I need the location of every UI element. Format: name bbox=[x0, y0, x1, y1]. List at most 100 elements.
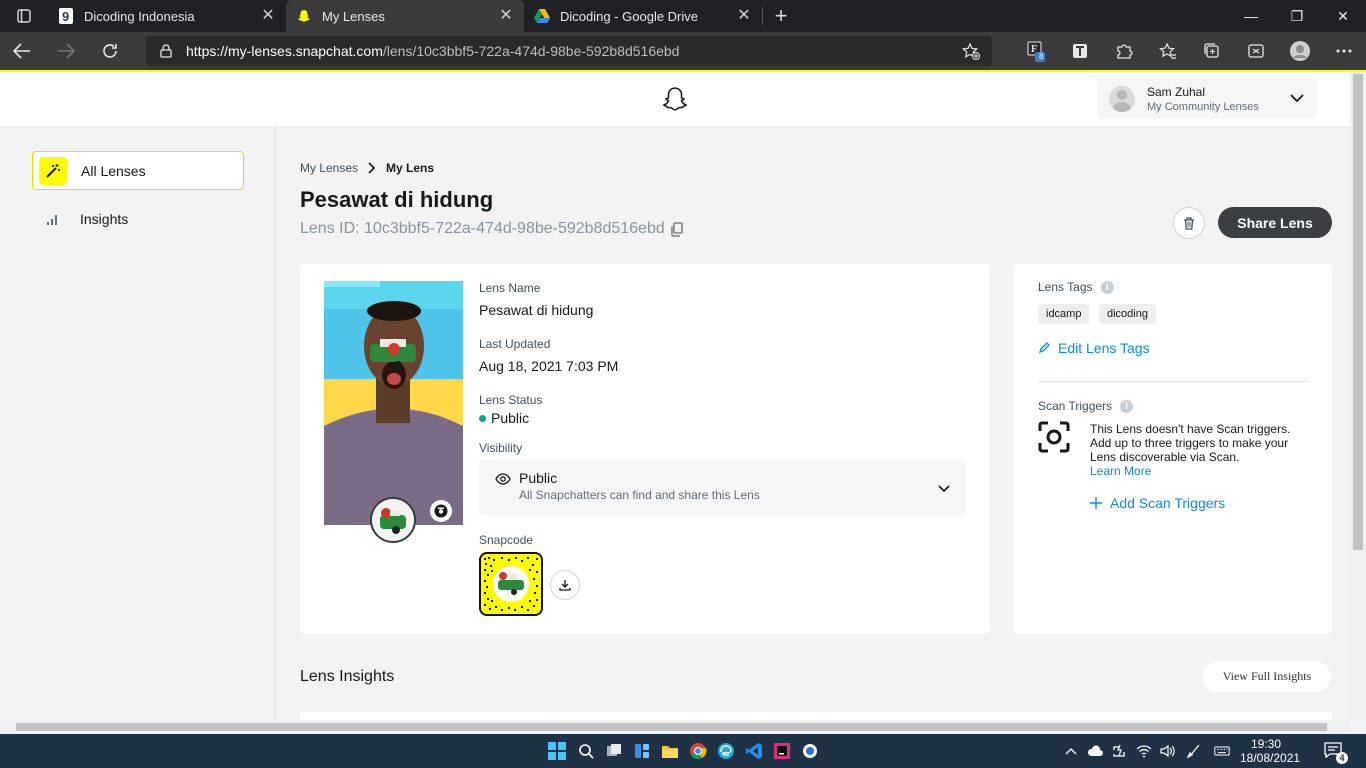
extensions-button[interactable] bbox=[1102, 32, 1146, 70]
chevron-right-icon bbox=[368, 162, 376, 174]
browser-tab-bar: 9 Dicoding Indonesia ✕ My Lenses ✕ Dicod… bbox=[0, 0, 1366, 32]
tab-dicoding[interactable]: 9 Dicoding Indonesia ✕ bbox=[48, 0, 286, 32]
bar-chart-icon bbox=[38, 205, 66, 233]
dicoding-icon: 9 bbox=[58, 8, 74, 24]
breadcrumb-current: My Lens bbox=[386, 161, 435, 175]
app-icon[interactable] bbox=[800, 741, 820, 761]
address-bar[interactable]: https://my-lenses.snapchat.com /lens/10c… bbox=[146, 36, 992, 66]
forward-button[interactable] bbox=[44, 32, 88, 70]
browser-tools: F 8 bbox=[1014, 32, 1366, 70]
visibility-description: All Snapchatters can find and share this… bbox=[519, 488, 760, 502]
refresh-button[interactable] bbox=[88, 32, 132, 70]
close-tab-icon[interactable]: ✕ bbox=[498, 8, 514, 24]
copy-icon[interactable] bbox=[671, 221, 683, 237]
breadcrumb-my-lenses[interactable]: My Lenses bbox=[300, 161, 358, 175]
edge-icon[interactable] bbox=[716, 741, 736, 761]
scan-icon bbox=[1038, 421, 1070, 458]
close-window-button[interactable]: ✕ bbox=[1320, 0, 1366, 32]
tab-actions-button[interactable] bbox=[0, 0, 48, 32]
sidebar-item-insights[interactable]: Insights bbox=[32, 199, 244, 238]
info-icon[interactable]: i bbox=[1120, 399, 1134, 413]
close-tab-icon[interactable]: ✕ bbox=[736, 8, 752, 24]
user-subtitle: My Community Lenses bbox=[1147, 100, 1259, 113]
vertical-scrollbar[interactable] bbox=[1350, 72, 1366, 720]
tab-title: Dicoding - Google Drive bbox=[560, 8, 699, 24]
sidebar-item-all-lenses[interactable]: All Lenses bbox=[32, 151, 244, 190]
tab-title: Dicoding Indonesia bbox=[84, 8, 195, 24]
view-full-insights-button[interactable]: View Full Insights bbox=[1203, 661, 1331, 692]
sidebar: All Lenses Insights bbox=[0, 127, 276, 720]
download-snapcode-button[interactable] bbox=[550, 570, 580, 600]
back-button[interactable] bbox=[0, 32, 44, 70]
more-menu-button[interactable] bbox=[1322, 32, 1366, 70]
visibility-label: Visibility bbox=[479, 441, 523, 455]
favorites-button[interactable] bbox=[1146, 32, 1190, 70]
camera-icon[interactable] bbox=[430, 500, 452, 522]
learn-more-link[interactable]: Learn More bbox=[1090, 464, 1151, 478]
account-menu-button[interactable]: Sam Zuhal My Community Lenses bbox=[1097, 78, 1317, 119]
edit-lens-tags-link[interactable]: Edit Lens Tags bbox=[1038, 340, 1150, 356]
add-scan-triggers-link[interactable]: Add Scan Triggers bbox=[1090, 495, 1225, 511]
lens-tags-label: Lens Tags bbox=[1038, 280, 1093, 294]
horizontal-scrollbar[interactable] bbox=[0, 720, 1350, 734]
profile-button[interactable] bbox=[1278, 32, 1322, 70]
lens-status-label: Lens Status bbox=[479, 393, 543, 407]
tab-my-lenses[interactable]: My Lenses ✕ bbox=[286, 0, 524, 32]
lens-preview-image[interactable] bbox=[324, 281, 463, 525]
restore-button[interactable]: ❐ bbox=[1274, 0, 1320, 32]
share-lens-button[interactable]: Share Lens bbox=[1218, 207, 1332, 238]
visibility-select[interactable]: Public All Snapchatters can find and sha… bbox=[479, 460, 966, 516]
windows-start-icon[interactable] bbox=[547, 741, 567, 761]
lock-icon[interactable] bbox=[160, 44, 172, 58]
jetbrains-icon[interactable] bbox=[772, 741, 792, 761]
cloud-icon[interactable] bbox=[1087, 743, 1103, 759]
snapchat-ghost-icon[interactable] bbox=[662, 86, 688, 117]
keyboard-icon[interactable] bbox=[1214, 743, 1230, 759]
status-dot bbox=[479, 414, 486, 422]
lens-name-label: Lens Name bbox=[479, 281, 541, 295]
screenshot-button[interactable] bbox=[1234, 32, 1278, 70]
tab-title: My Lenses bbox=[322, 8, 385, 24]
lens-details-card: Lens Name Pesawat di hidung Last Updated… bbox=[300, 264, 990, 634]
lens-id: Lens ID: 10c3bbf5-722a-474d-98be-592b8d5… bbox=[300, 220, 683, 238]
scan-triggers-label: Scan Triggers bbox=[1038, 399, 1113, 413]
snapcode-image[interactable] bbox=[479, 552, 543, 616]
collections-icon bbox=[1204, 43, 1219, 58]
puzzle-icon bbox=[1117, 44, 1133, 59]
extension-t-button[interactable] bbox=[1058, 32, 1102, 70]
volume-icon[interactable] bbox=[1160, 743, 1176, 759]
vscode-icon[interactable] bbox=[744, 741, 764, 761]
browser-toolbar: https://my-lenses.snapchat.com /lens/10c… bbox=[0, 32, 1366, 70]
last-updated-value: Aug 18, 2021 7:03 PM bbox=[479, 358, 619, 374]
wifi-icon[interactable] bbox=[1136, 743, 1152, 759]
chevron-down-icon bbox=[1289, 90, 1305, 111]
snapcode-label: Snapcode bbox=[479, 533, 534, 547]
site-header: Sam Zuhal My Community Lenses bbox=[0, 72, 1350, 127]
sidebar-item-label: Insights bbox=[80, 210, 129, 227]
profile-avatar-icon bbox=[1290, 41, 1310, 61]
system-clock[interactable]: 19:30 18/08/2021 bbox=[1240, 737, 1300, 765]
new-tab-button[interactable]: + bbox=[763, 0, 799, 32]
close-tab-icon[interactable]: ✕ bbox=[260, 8, 276, 24]
user-name: Sam Zuhal bbox=[1147, 84, 1206, 99]
add-favorite-icon[interactable] bbox=[961, 42, 980, 63]
info-icon[interactable]: i bbox=[1100, 280, 1114, 294]
tab-google-drive[interactable]: Dicoding - Google Drive ✕ bbox=[524, 0, 762, 32]
more-dots-icon bbox=[1336, 49, 1352, 53]
google-drive-icon bbox=[534, 8, 550, 24]
battery-icon[interactable] bbox=[1112, 743, 1128, 759]
widgets-icon[interactable] bbox=[632, 741, 652, 761]
collections-button[interactable] bbox=[1190, 32, 1234, 70]
chrome-icon[interactable] bbox=[688, 741, 708, 761]
scan-triggers-description: This Lens doesn't have Scan triggers. Ad… bbox=[1090, 422, 1291, 464]
chevron-up-icon[interactable] bbox=[1063, 743, 1079, 759]
extension-f-button[interactable]: F 8 bbox=[1014, 32, 1058, 70]
delete-lens-button[interactable] bbox=[1173, 207, 1205, 239]
task-view-icon[interactable] bbox=[604, 741, 624, 761]
visibility-value: Public bbox=[519, 470, 558, 486]
pen-icon[interactable] bbox=[1186, 743, 1202, 759]
file-explorer-icon[interactable] bbox=[660, 741, 680, 761]
search-icon[interactable] bbox=[576, 741, 596, 761]
minimize-button[interactable]: — bbox=[1228, 0, 1274, 32]
notification-center-button[interactable]: 4 bbox=[1324, 742, 1348, 764]
